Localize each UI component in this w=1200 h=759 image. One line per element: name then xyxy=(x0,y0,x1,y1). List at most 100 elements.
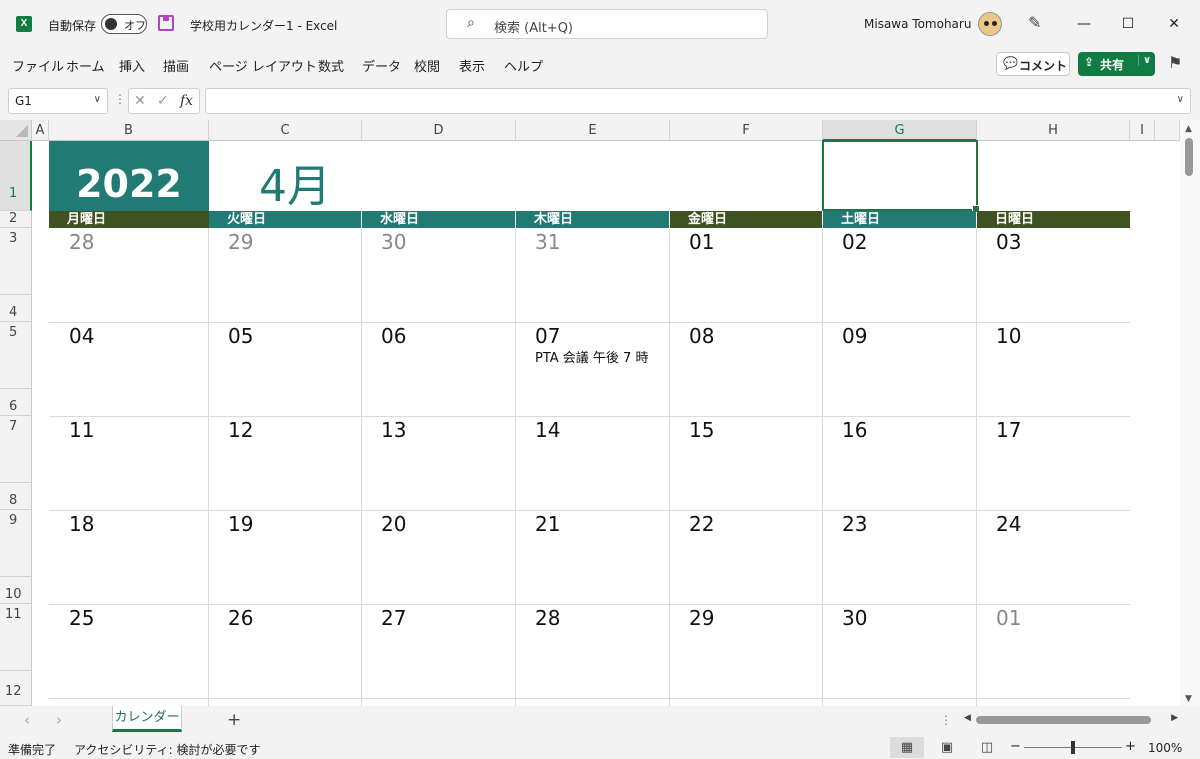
minimize-button[interactable]: — xyxy=(1072,12,1096,36)
share-chevron-icon[interactable]: ∨ xyxy=(1138,55,1151,66)
day-cell[interactable]: 04 xyxy=(69,324,94,348)
add-sheet-button[interactable]: + xyxy=(227,710,241,730)
row-header-9[interactable]: 9 xyxy=(0,510,32,577)
row-header-2[interactable]: 2 xyxy=(0,211,32,228)
day-cell[interactable]: 26 xyxy=(228,606,253,630)
day-cell[interactable]: 01 xyxy=(689,230,714,254)
day-cell[interactable]: 21 xyxy=(535,512,560,536)
select-all-button[interactable] xyxy=(0,120,32,141)
day-cell[interactable]: 02 xyxy=(842,230,867,254)
row-header-3[interactable]: 3 xyxy=(0,228,32,295)
zoom-slider-knob[interactable] xyxy=(1071,741,1075,754)
day-cell[interactable]: 11 xyxy=(69,418,94,442)
row-header-4[interactable]: 4 xyxy=(0,295,32,322)
menu-view[interactable]: 表示 xyxy=(459,56,485,75)
menu-data[interactable]: データ xyxy=(362,56,401,75)
month-title[interactable]: 4月 xyxy=(259,150,331,214)
column-header-a[interactable]: A xyxy=(32,120,49,141)
row-header-8[interactable]: 8 xyxy=(0,483,32,510)
day-cell[interactable]: 22 xyxy=(689,512,714,536)
row-header-12[interactable]: 12 xyxy=(0,671,32,706)
scroll-right-icon[interactable]: ▶ xyxy=(1171,713,1178,723)
sheet-tab-calendar[interactable]: カレンダー xyxy=(112,706,182,732)
hscroll-thumb[interactable] xyxy=(976,716,1151,724)
column-header-i[interactable]: I xyxy=(1130,120,1155,141)
next-sheet-icon[interactable]: › xyxy=(56,711,62,729)
row-header-7[interactable]: 7 xyxy=(0,416,32,483)
column-header-f[interactable]: F xyxy=(670,120,823,141)
menu-help[interactable]: ヘルプ xyxy=(504,56,543,75)
day-cell[interactable]: 30 xyxy=(381,230,406,254)
day-cell[interactable]: 15 xyxy=(689,418,714,442)
row-header-11[interactable]: 11 xyxy=(0,604,32,671)
comment-button[interactable]: 💬 コメント xyxy=(996,52,1070,76)
day-cell[interactable]: 30 xyxy=(842,606,867,630)
column-header-b[interactable]: B xyxy=(49,120,209,141)
page-layout-view-icon[interactable]: ▣ xyxy=(930,737,964,758)
row-header-1[interactable]: 1 xyxy=(0,141,32,211)
zoom-out-button[interactable]: − xyxy=(1010,739,1021,754)
save-icon[interactable] xyxy=(158,15,174,31)
day-cell[interactable]: 19 xyxy=(228,512,253,536)
column-header-h[interactable]: H xyxy=(977,120,1130,141)
day-cell[interactable]: 01 xyxy=(996,606,1021,630)
cancel-icon[interactable]: ✕ xyxy=(134,93,146,109)
day-cell[interactable]: 27 xyxy=(381,606,406,630)
day-cell[interactable]: 20 xyxy=(381,512,406,536)
day-cell[interactable]: 08 xyxy=(689,324,714,348)
event-text[interactable]: PTA 会議 午後 7 時 xyxy=(535,347,648,366)
feedback-icon[interactable]: ⚑ xyxy=(1168,53,1182,72)
weekday-monday[interactable]: 月曜日 xyxy=(49,211,209,228)
close-button[interactable]: ✕ xyxy=(1162,12,1186,36)
day-cell[interactable]: 12 xyxy=(228,418,253,442)
day-cell[interactable]: 07 xyxy=(535,324,560,348)
menu-insert[interactable]: 挿入 xyxy=(119,56,145,75)
row-header-10[interactable]: 10 xyxy=(0,577,32,604)
day-cell[interactable]: 25 xyxy=(69,606,94,630)
weekday-thursday[interactable]: 木曜日 xyxy=(516,211,669,228)
formula-input[interactable]: ∨ xyxy=(205,88,1191,114)
worksheet-grid[interactable]: A B C D E F G H I 1 2 3 4 5 6 7 8 9 10 1… xyxy=(0,120,1200,706)
day-cell[interactable]: 29 xyxy=(689,606,714,630)
autosave-toggle[interactable]: オフ xyxy=(101,14,147,34)
formula-dots-icon[interactable]: ⋮ xyxy=(114,92,126,106)
day-cell[interactable]: 13 xyxy=(381,418,406,442)
day-cell[interactable]: 28 xyxy=(535,606,560,630)
expand-formula-icon[interactable]: ∨ xyxy=(1177,94,1184,105)
user-name[interactable]: Misawa Tomoharu xyxy=(864,17,971,31)
row-header-6[interactable]: 6 xyxy=(0,389,32,416)
weekday-saturday[interactable]: 土曜日 xyxy=(823,211,976,228)
day-cell[interactable]: 14 xyxy=(535,418,560,442)
column-header-g[interactable]: G xyxy=(823,120,977,141)
day-cell[interactable]: 06 xyxy=(381,324,406,348)
vertical-scrollbar[interactable]: ▲ ▼ xyxy=(1180,120,1200,706)
scroll-thumb[interactable] xyxy=(1185,138,1193,176)
horizontal-scrollbar[interactable]: ◀ ▶ xyxy=(962,713,1180,727)
menu-formulas[interactable]: 数式 xyxy=(318,56,344,75)
day-cell[interactable]: 10 xyxy=(996,324,1021,348)
enter-icon[interactable]: ✓ xyxy=(157,93,169,109)
day-cell[interactable]: 23 xyxy=(842,512,867,536)
insert-function-icon[interactable]: fx xyxy=(180,93,193,109)
day-cell[interactable]: 05 xyxy=(228,324,253,348)
menu-page-layout[interactable]: ページ レイアウト xyxy=(209,56,317,75)
pen-icon[interactable]: ✎ xyxy=(1028,13,1041,32)
normal-view-icon[interactable]: ▦ xyxy=(890,737,924,758)
weekday-friday[interactable]: 金曜日 xyxy=(670,211,822,228)
user-avatar[interactable] xyxy=(978,12,1002,36)
weekday-wednesday[interactable]: 水曜日 xyxy=(362,211,515,228)
menu-file[interactable]: ファイル xyxy=(12,56,64,75)
selected-cell-g1[interactable] xyxy=(822,140,980,213)
day-cell[interactable]: 03 xyxy=(996,230,1021,254)
zoom-in-button[interactable]: + xyxy=(1125,739,1136,754)
search-box[interactable]: ⌕ 検索 (Alt+Q) xyxy=(446,9,768,39)
menu-draw[interactable]: 描画 xyxy=(163,56,189,75)
chevron-down-icon[interactable]: ∨ xyxy=(94,94,101,105)
column-header-c[interactable]: C xyxy=(209,120,362,141)
day-cell[interactable]: 28 xyxy=(69,230,94,254)
day-cell[interactable]: 17 xyxy=(996,418,1021,442)
column-header-e[interactable]: E xyxy=(516,120,670,141)
day-cell[interactable]: 31 xyxy=(535,230,560,254)
weekday-tuesday[interactable]: 火曜日 xyxy=(209,211,361,228)
day-cell[interactable]: 18 xyxy=(69,512,94,536)
